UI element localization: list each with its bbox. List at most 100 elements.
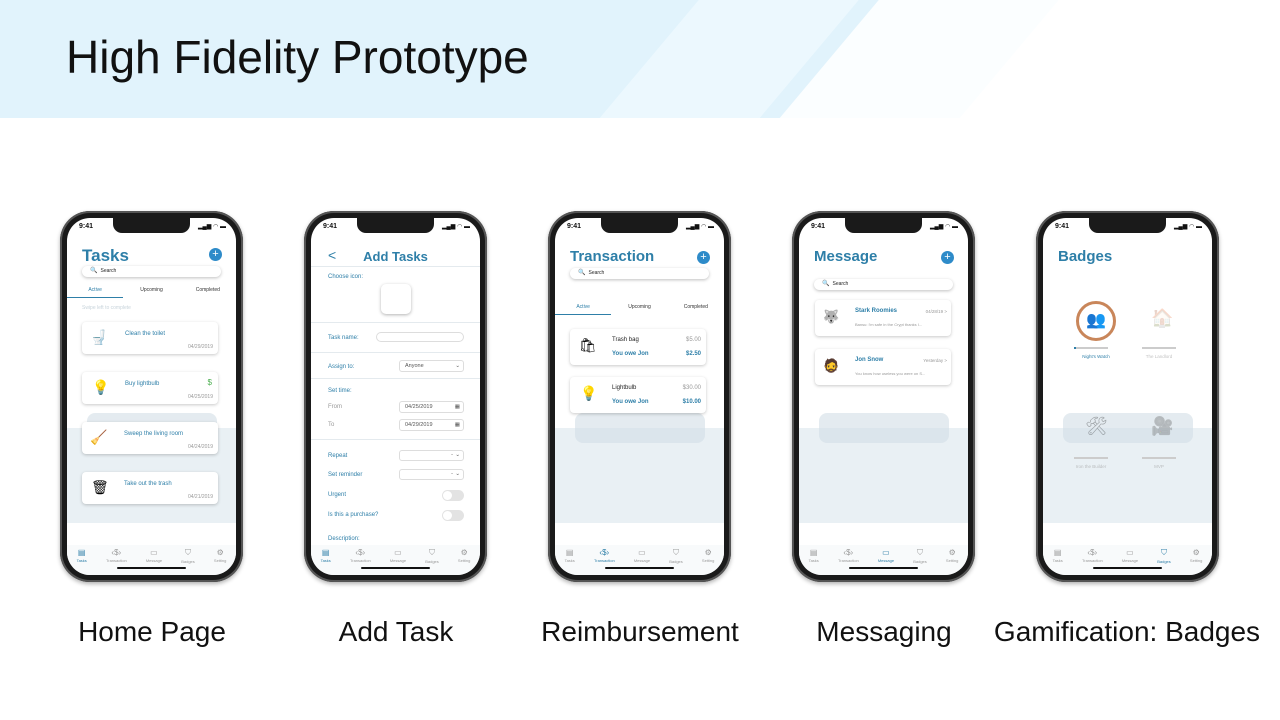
- nav-tasks[interactable]: ▤ Tasks: [809, 548, 819, 575]
- nav-message[interactable]: ▭ Message: [1122, 548, 1138, 575]
- assign-select[interactable]: Anyone ⌄: [399, 360, 464, 372]
- phone-badges: 9:41 ▂▄▆ ◠ ▬ Badges 👥 Night's Watch 🏠 Th…: [1036, 211, 1219, 582]
- thread-card[interactable]: 🐺 Stark Roomies 04/28/19 > Bansu: i'm sa…: [815, 300, 951, 336]
- from-date-input[interactable]: 04/25/2019 ▦: [399, 401, 464, 413]
- gear-icon: ⚙: [948, 548, 956, 557]
- tab-completed[interactable]: Completed: [180, 285, 236, 298]
- tab-active[interactable]: Active: [67, 285, 124, 298]
- trash-icon: 🗑: [91, 479, 109, 495]
- badge-label: Iron the Builder: [1075, 464, 1107, 469]
- owe-label: You owe Jon: [612, 351, 649, 357]
- tab-upcoming[interactable]: Upcoming: [123, 285, 179, 298]
- nav-badges[interactable]: ⛉ Badges: [913, 548, 927, 575]
- assign-value: Anyone: [405, 363, 424, 369]
- task-card[interactable]: 🗑 Take out the trash 04/21/2019: [82, 472, 218, 504]
- house-icon[interactable]: 🏠: [1151, 308, 1173, 329]
- nav-message[interactable]: ▭ Message: [390, 548, 406, 575]
- trash-bag-icon: 🛍: [579, 337, 597, 353]
- transaction-tabs: Active Upcoming Completed: [555, 302, 724, 315]
- nav-tasks[interactable]: ▤ Tasks: [1053, 548, 1063, 575]
- page-title: Add Tasks: [363, 249, 428, 264]
- to-date: 04/29/2019: [405, 422, 433, 428]
- nav-tasks[interactable]: ▤ Tasks: [77, 548, 87, 575]
- nav-label: Tasks: [76, 558, 87, 563]
- thread-preview: Bansu: i'm safe in the Crypt thanks I...: [855, 322, 923, 327]
- nav-setting[interactable]: ⚙ Setting: [214, 548, 226, 575]
- transaction-card[interactable]: 💡 Lightbulb $30.00 You owe Jon $10.00: [570, 377, 706, 413]
- nav-label: Badges: [1157, 559, 1171, 564]
- notch: [357, 218, 434, 233]
- purchase-toggle[interactable]: [442, 510, 464, 521]
- tab-upcoming[interactable]: Upcoming: [611, 302, 667, 315]
- message-icon: ▭: [150, 548, 158, 557]
- nav-tasks[interactable]: ▤ Tasks: [321, 548, 331, 575]
- item-price: $5.00: [685, 337, 701, 343]
- task-card[interactable]: 🧹 Sweep the living room 04/24/2019: [82, 422, 218, 454]
- add-task-button[interactable]: +: [209, 248, 222, 261]
- transaction-card[interactable]: 🛍 Trash bag $5.00 You owe Jon $2.50: [570, 329, 706, 365]
- task-name: Buy lightbulb: [125, 381, 160, 387]
- nav-label: Tasks: [564, 558, 575, 563]
- status-time: 9:41: [567, 223, 582, 230]
- signal-icon: ▂▄▆ ◠ ▬: [929, 224, 958, 230]
- nav-badges[interactable]: ⛉ Badges: [181, 548, 195, 575]
- signal-icon: ▂▄▆ ◠ ▬: [685, 224, 714, 230]
- to-date-input[interactable]: 04/29/2019 ▦: [399, 419, 464, 431]
- search-input[interactable]: 🔍 Search: [570, 268, 709, 279]
- repeat-select[interactable]: - ⌄: [399, 450, 464, 461]
- nav-badges[interactable]: ⛉ Badges: [425, 548, 439, 575]
- nav-setting[interactable]: ⚙ Setting: [1190, 548, 1202, 575]
- thread-time: Yesterday >: [923, 358, 947, 363]
- nav-badges[interactable]: ⛉ Badges: [1157, 548, 1171, 575]
- repeat-value: -: [451, 452, 453, 458]
- tab-bar: ▤ Tasks ‹$› Transaction ▭ Message ⛉ Badges ⚙…: [311, 545, 480, 575]
- task-date: 04/24/2019: [187, 444, 213, 450]
- task-card[interactable]: 🚽 Clean the toilet 04/29/2019: [82, 322, 218, 354]
- purchase-badge: $: [207, 378, 212, 387]
- status-time: 9:41: [811, 223, 826, 230]
- nav-badges[interactable]: ⛉ Badges: [669, 548, 683, 575]
- nav-tasks[interactable]: ▤ Tasks: [565, 548, 575, 575]
- thread-card[interactable]: 🧔 Jon Snow Yesterday > You know how usel…: [815, 349, 951, 385]
- nav-transaction[interactable]: ‹$› Transaction: [1082, 548, 1103, 575]
- search-input[interactable]: 🔍 Search: [82, 266, 221, 277]
- nav-label: Message: [389, 558, 407, 563]
- nights-watch-badge[interactable]: 👥: [1076, 301, 1116, 341]
- badge-label: The Landlord: [1145, 354, 1173, 359]
- choose-icon-label: Choose icon:: [328, 274, 364, 280]
- icon-picker[interactable]: [381, 284, 411, 314]
- tab-active[interactable]: Active: [555, 302, 612, 315]
- nav-label: Transaction: [105, 558, 127, 563]
- dollar-icon: ‹$›: [111, 548, 122, 557]
- camera-icon[interactable]: 🎥: [1151, 416, 1173, 437]
- task-card[interactable]: 💡 Buy lightbulb $ 04/25/2019: [82, 372, 218, 404]
- dollar-icon: ‹$›: [355, 548, 366, 557]
- dollar-icon: ‹$›: [843, 548, 854, 557]
- search-icon: 🔍: [90, 268, 98, 274]
- urgent-toggle[interactable]: [442, 490, 464, 501]
- new-message-button[interactable]: +: [941, 251, 954, 264]
- nav-message[interactable]: ▭ Message: [146, 548, 162, 575]
- nav-setting[interactable]: ⚙ Setting: [458, 548, 470, 575]
- nav-transaction[interactable]: ‹$› Transaction: [350, 548, 371, 575]
- nav-message[interactable]: ▭ Message: [878, 548, 894, 575]
- task-name-input[interactable]: [376, 332, 464, 342]
- clipboard-icon: ▤: [565, 548, 574, 557]
- caption-reimbursement: Reimbursement: [541, 616, 739, 647]
- nav-transaction[interactable]: ‹$› Transaction: [594, 548, 615, 575]
- task-tabs: Active Upcoming Completed: [67, 285, 236, 298]
- nav-message[interactable]: ▭ Message: [634, 548, 650, 575]
- nav-transaction[interactable]: ‹$› Transaction: [106, 548, 127, 575]
- add-transaction-button[interactable]: +: [697, 251, 710, 264]
- tools-icon[interactable]: 🛠: [1085, 416, 1108, 437]
- tab-completed[interactable]: Completed: [668, 302, 724, 315]
- nav-transaction[interactable]: ‹$› Transaction: [838, 548, 859, 575]
- reminder-select[interactable]: - ⌄: [399, 469, 464, 480]
- nav-setting[interactable]: ⚙ Setting: [946, 548, 958, 575]
- tab-bar: ▤ Tasks ‹$› Transaction ▭ Message ⛉ Badges ⚙…: [67, 545, 236, 575]
- nav-setting[interactable]: ⚙ Setting: [702, 548, 714, 575]
- reminder-label: Set reminder: [328, 472, 363, 478]
- search-icon: 🔍: [578, 270, 586, 276]
- lightbulb-icon: 💡: [580, 385, 598, 401]
- search-input[interactable]: 🔍 Search: [814, 279, 953, 290]
